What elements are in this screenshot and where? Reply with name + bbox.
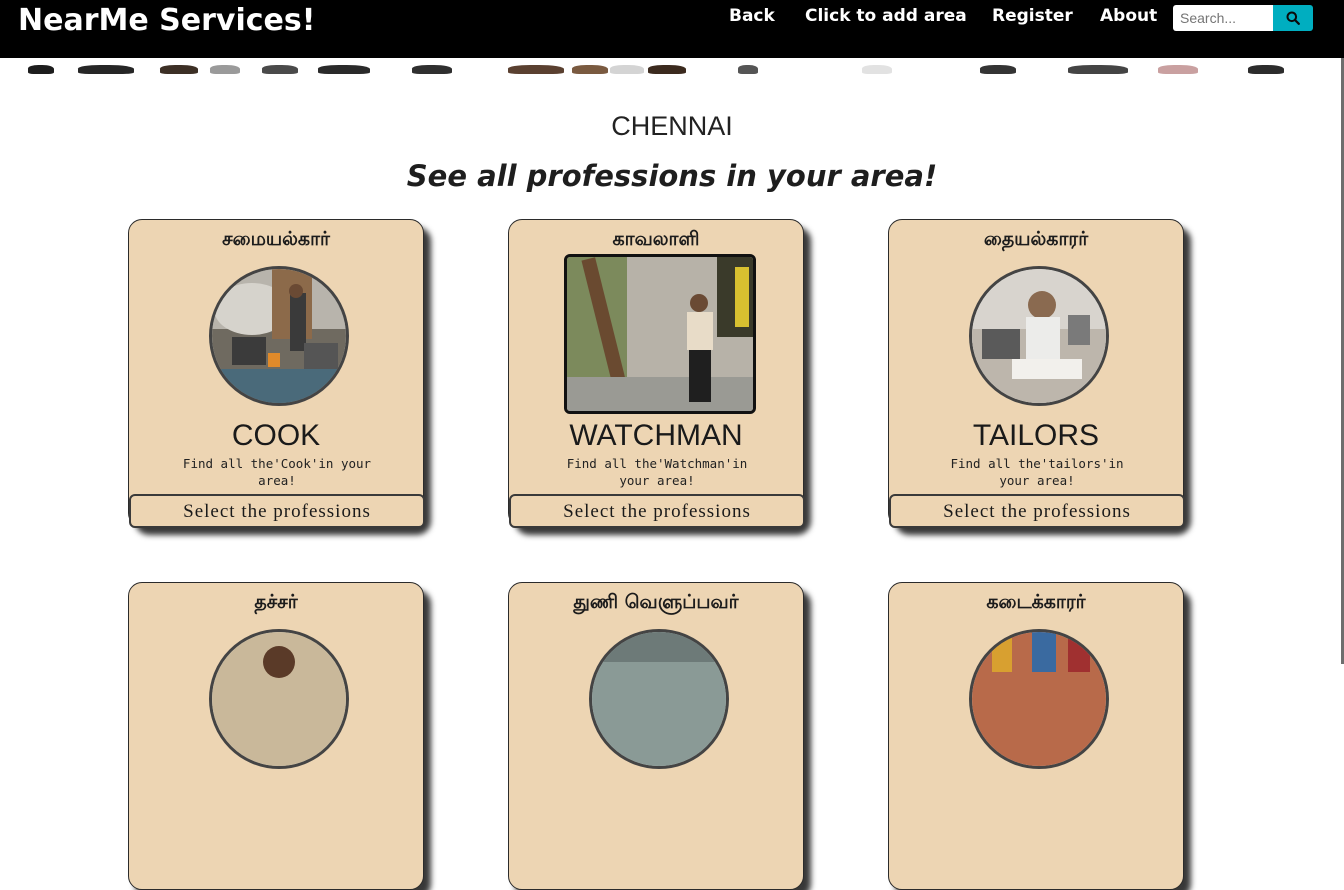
- select-professions-button[interactable]: Select the professions: [509, 494, 805, 528]
- card-title: WATCHMAN: [569, 419, 743, 452]
- card-tamil-title: காவலாளி: [612, 228, 700, 250]
- profession-card-tailors[interactable]: தையல்காரர் TAILORS Find all the'tailors'…: [888, 219, 1185, 528]
- card-description: Find all the'Cook'in your area!: [182, 456, 372, 488]
- shopkeeper-image: [969, 629, 1109, 769]
- search-input[interactable]: [1173, 5, 1273, 31]
- profession-card-watchman[interactable]: காவலாளி WATCHMAN Find all the'Watchman'i…: [508, 219, 805, 528]
- search-button[interactable]: [1273, 5, 1313, 31]
- search-icon: [1286, 11, 1300, 25]
- nav-back-link[interactable]: Back: [729, 5, 775, 27]
- select-professions-button[interactable]: Select the professions: [889, 494, 1185, 528]
- washerman-image: [589, 629, 729, 769]
- card-tamil-title: கடைக்காரர்: [986, 591, 1086, 613]
- navbar: NearMe Services! Back Click to add area …: [0, 0, 1344, 58]
- profession-card-cook[interactable]: சமையல்கார் COOK Find all the'Cook'in you…: [128, 219, 425, 528]
- card-tamil-title: தையல்காரர்: [983, 228, 1089, 250]
- card-description: Find all the'Watchman'in your area!: [566, 456, 748, 488]
- card-title: COOK: [231, 419, 321, 452]
- nav-add-area-link[interactable]: Click to add area: [805, 5, 967, 27]
- nav-about-link[interactable]: About: [1100, 5, 1157, 27]
- card-title: TAILORS: [972, 419, 1100, 452]
- city-heading: CHENNAI: [611, 111, 733, 141]
- card-tamil-title: துணி வெளுப்பவர்: [573, 591, 739, 613]
- page-tagline: See all professions in your area!: [406, 159, 938, 193]
- card-tamil-title: தச்சர்: [254, 591, 298, 613]
- tailors-image: [969, 266, 1109, 406]
- profession-card-washerman[interactable]: துணி வெளுப்பவர்: [508, 582, 804, 890]
- card-tamil-title: சமையல்கார்: [222, 228, 330, 250]
- brand-title[interactable]: NearMe Services!: [18, 2, 315, 40]
- profession-card-carpenter[interactable]: தச்சர்: [128, 582, 424, 890]
- card-description: Find all the'tailors'in your area!: [950, 456, 1124, 488]
- cook-image: [209, 266, 349, 406]
- profession-card-shopkeeper[interactable]: கடைக்காரர்: [888, 582, 1184, 890]
- shoes-banner: [0, 58, 1344, 78]
- watchman-image: [564, 254, 756, 414]
- nav-register-link[interactable]: Register: [992, 5, 1073, 27]
- carpenter-image: [209, 629, 349, 769]
- select-professions-button[interactable]: Select the professions: [129, 494, 425, 528]
